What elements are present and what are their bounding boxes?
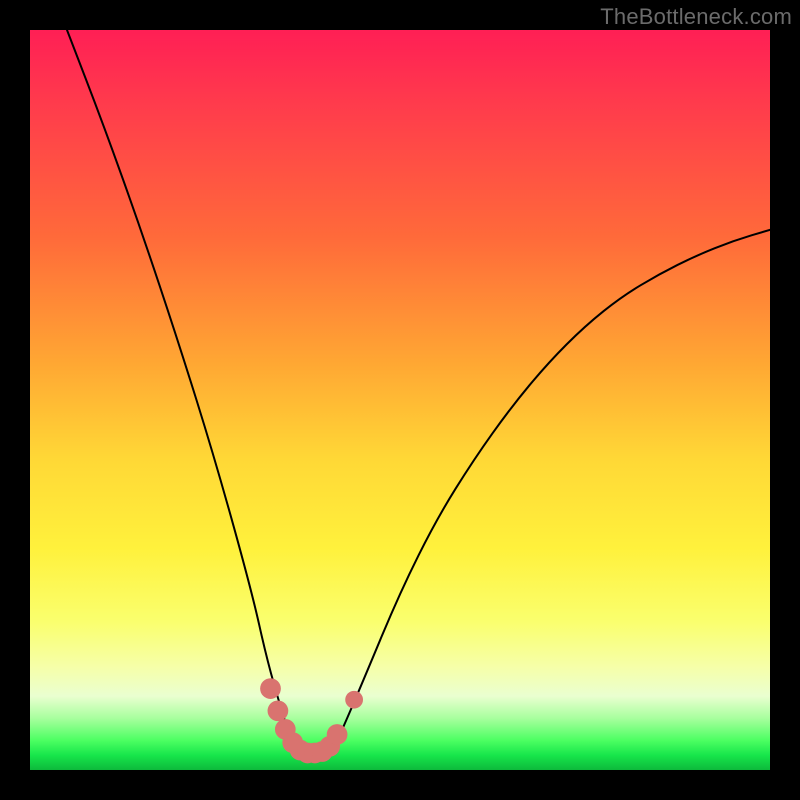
highlight-dot — [268, 700, 289, 721]
highlight-dot — [327, 724, 348, 745]
chart-svg — [30, 30, 770, 770]
bottleneck-curve — [67, 30, 770, 755]
chart-frame: TheBottleneck.com — [0, 0, 800, 800]
watermark-text: TheBottleneck.com — [600, 4, 792, 30]
highlight-dot — [345, 691, 363, 709]
plot-area — [30, 30, 770, 770]
highlight-dot — [260, 678, 281, 699]
highlight-dots — [260, 678, 363, 763]
